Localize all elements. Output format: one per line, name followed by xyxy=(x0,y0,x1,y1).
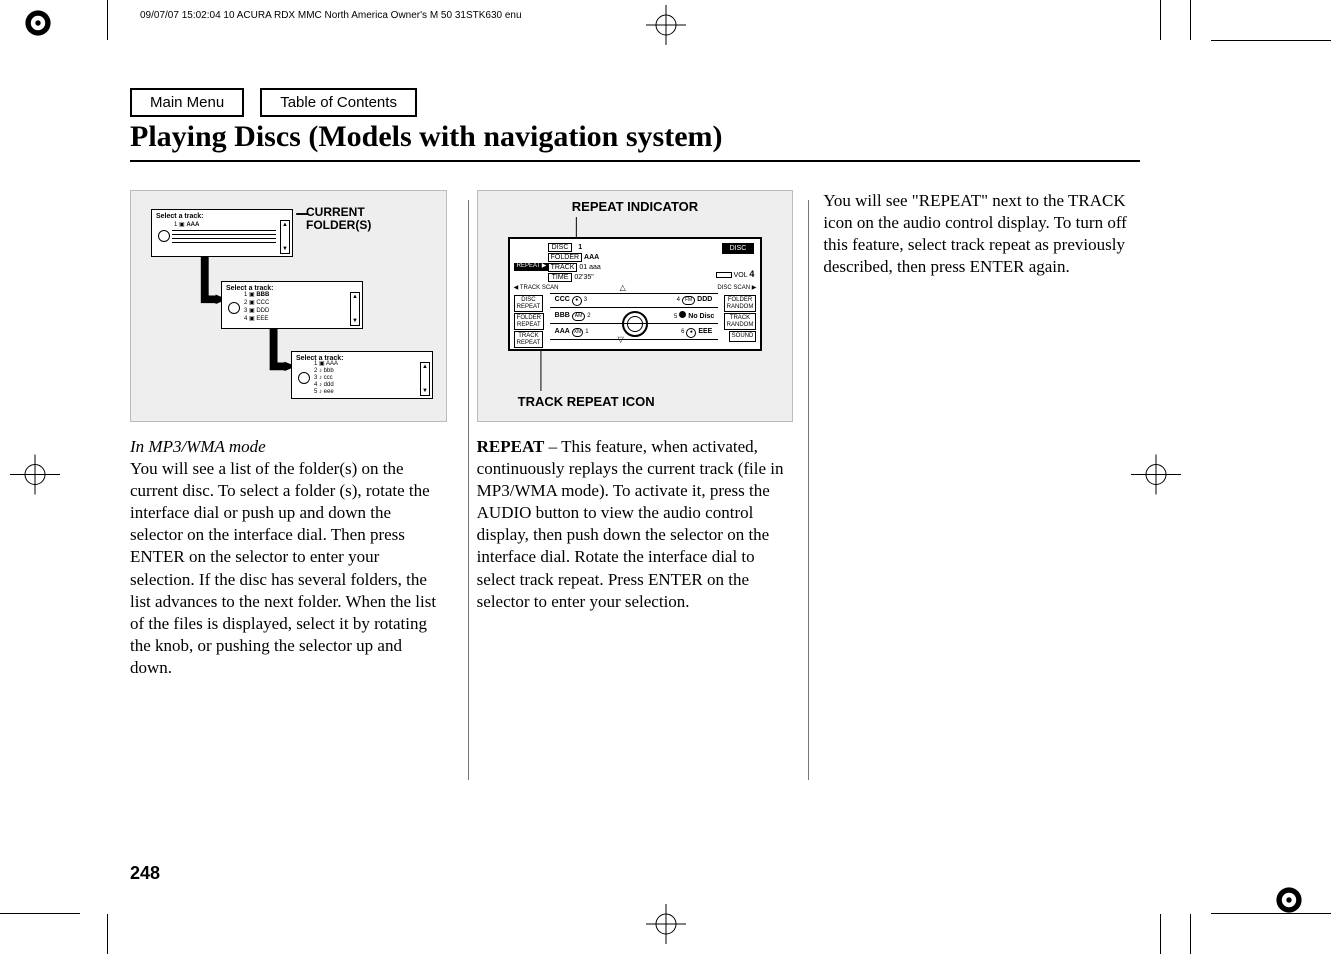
dial-icon xyxy=(622,311,648,337)
col2-body: REPEAT – This feature, when activated, c… xyxy=(477,436,794,613)
n6: 6 xyxy=(681,329,684,335)
scrollbar-icon: ▲ ▼ xyxy=(350,292,360,326)
disc-label: DISC xyxy=(548,243,573,252)
select-track-label: Select a track: xyxy=(156,212,203,221)
track-random-button: TRACK RANDOM xyxy=(724,313,757,330)
row1-left: CCC xyxy=(555,296,570,303)
page-number: 248 xyxy=(130,863,160,884)
vol-num: 4 xyxy=(749,269,754,279)
down-triangle-icon: ▽ xyxy=(618,335,624,345)
repeat-tag: REPEAT ▶ xyxy=(514,263,550,271)
repeat-dash: – xyxy=(544,437,561,456)
scrollbar-icon: ▲ ▼ xyxy=(420,362,430,396)
disc-icon xyxy=(228,302,240,314)
crop-mark xyxy=(1211,913,1331,914)
folder-repeat-button: FOLDER REPEAT xyxy=(514,313,544,330)
sound-button: SOUND xyxy=(729,331,757,342)
mp3-wma-subhead: In MP3/WMA mode xyxy=(130,436,447,458)
disc-badge: DISC xyxy=(722,243,755,254)
main-menu-button[interactable]: Main Menu xyxy=(130,88,244,117)
row3-left: AAA xyxy=(555,328,570,335)
audio-screen: DISC 1 FOLDER AAA REPEAT ▶ TRACK 01 aaa … xyxy=(508,237,763,351)
n2: 2 xyxy=(587,313,590,319)
folder-random-button: FOLDER RANDOM xyxy=(724,295,757,312)
page-title: Playing Discs (Models with navigation sy… xyxy=(130,120,723,154)
column-2: REPEAT INDICATOR DISC 1 FOLDER AA xyxy=(477,190,794,679)
disc-icon xyxy=(158,230,170,242)
folder-box-1: Select a track: 1 ▣ AAA ▲ ▼ xyxy=(151,209,293,257)
disc-repeat-button: DISC REPEAT xyxy=(514,295,544,312)
col2-text: This feature, when activated, continuous… xyxy=(477,437,784,611)
up-triangle-icon: △ xyxy=(620,283,626,293)
crop-mark xyxy=(1190,0,1191,40)
row2-left: BBB xyxy=(555,312,570,319)
title-rule xyxy=(130,160,1140,162)
folder-box-3: Select a track: 1 ▣ AAA 2 ♪ bbb 3 ♪ ccc … xyxy=(291,351,433,399)
column-3: You will see "REPEAT" next to the TRACK … xyxy=(823,190,1140,679)
crop-mark xyxy=(107,0,108,40)
figure-caption: CURRENT FOLDER(S) xyxy=(306,206,371,232)
figure2-bottom-label: TRACK REPEAT ICON xyxy=(518,394,655,411)
table-of-contents-button[interactable]: Table of Contents xyxy=(260,88,417,117)
n5: 5 xyxy=(674,314,677,320)
track-label: TRACK xyxy=(548,263,578,272)
time-label: TIME xyxy=(548,273,573,282)
crop-mark xyxy=(0,913,80,914)
crop-mark xyxy=(1160,0,1161,40)
col1-body: You will see a list of the folder(s) on … xyxy=(130,458,447,679)
column-1: CURRENT FOLDER(S) Select a track: 1 ▣ AA… xyxy=(130,190,447,679)
crop-mark xyxy=(1160,914,1161,954)
registration-mark-icon xyxy=(20,5,56,41)
disc-icon xyxy=(298,372,310,384)
nav-button-row: Main Menu Table of Contents xyxy=(130,88,417,117)
track-val: 01 aaa xyxy=(579,264,600,271)
crop-mark xyxy=(107,914,108,954)
scrollbar-icon: ▲ ▼ xyxy=(280,220,290,254)
target-icon xyxy=(646,904,686,949)
content-columns: CURRENT FOLDER(S) Select a track: 1 ▣ AA… xyxy=(130,190,1140,679)
row1-right: DDD xyxy=(697,296,712,303)
time-val: 02'35" xyxy=(574,274,593,281)
target-icon xyxy=(10,455,60,500)
repeat-indicator-figure: REPEAT INDICATOR DISC 1 FOLDER AA xyxy=(477,190,794,422)
n3: 3 xyxy=(584,297,587,303)
row3-right: EEE xyxy=(698,328,712,335)
col3-body: You will see "REPEAT" next to the TRACK … xyxy=(823,190,1140,278)
crop-mark xyxy=(1211,40,1331,41)
folder-box-2: Select a track: 1 ▣ BBB 2 ▣ CCC 3 ▣ DDD … xyxy=(221,281,363,329)
crop-mark xyxy=(1190,914,1191,954)
track-repeat-button: TRACK REPEAT xyxy=(514,331,544,348)
toc-label: Table of Contents xyxy=(280,94,397,111)
n4: 4 xyxy=(677,297,680,303)
folder-select-figure: CURRENT FOLDER(S) Select a track: 1 ▣ AA… xyxy=(130,190,447,422)
main-menu-label: Main Menu xyxy=(150,94,224,111)
build-header: 09/07/07 15:02:04 10 ACURA RDX MMC North… xyxy=(140,10,522,21)
disc-num: 1 xyxy=(578,244,582,251)
folder-label: FOLDER xyxy=(548,253,582,262)
row2-right: No Disc xyxy=(688,313,714,320)
n1: 1 xyxy=(585,329,588,335)
target-icon xyxy=(646,5,686,50)
track-scan-right: DISC SCAN ▶ xyxy=(717,285,756,293)
repeat-lead: REPEAT xyxy=(477,437,545,456)
folder-val: AAA xyxy=(584,254,599,261)
vol-label: VOL xyxy=(734,272,748,279)
track-scan-left: ◀ TRACK SCAN xyxy=(514,285,559,293)
